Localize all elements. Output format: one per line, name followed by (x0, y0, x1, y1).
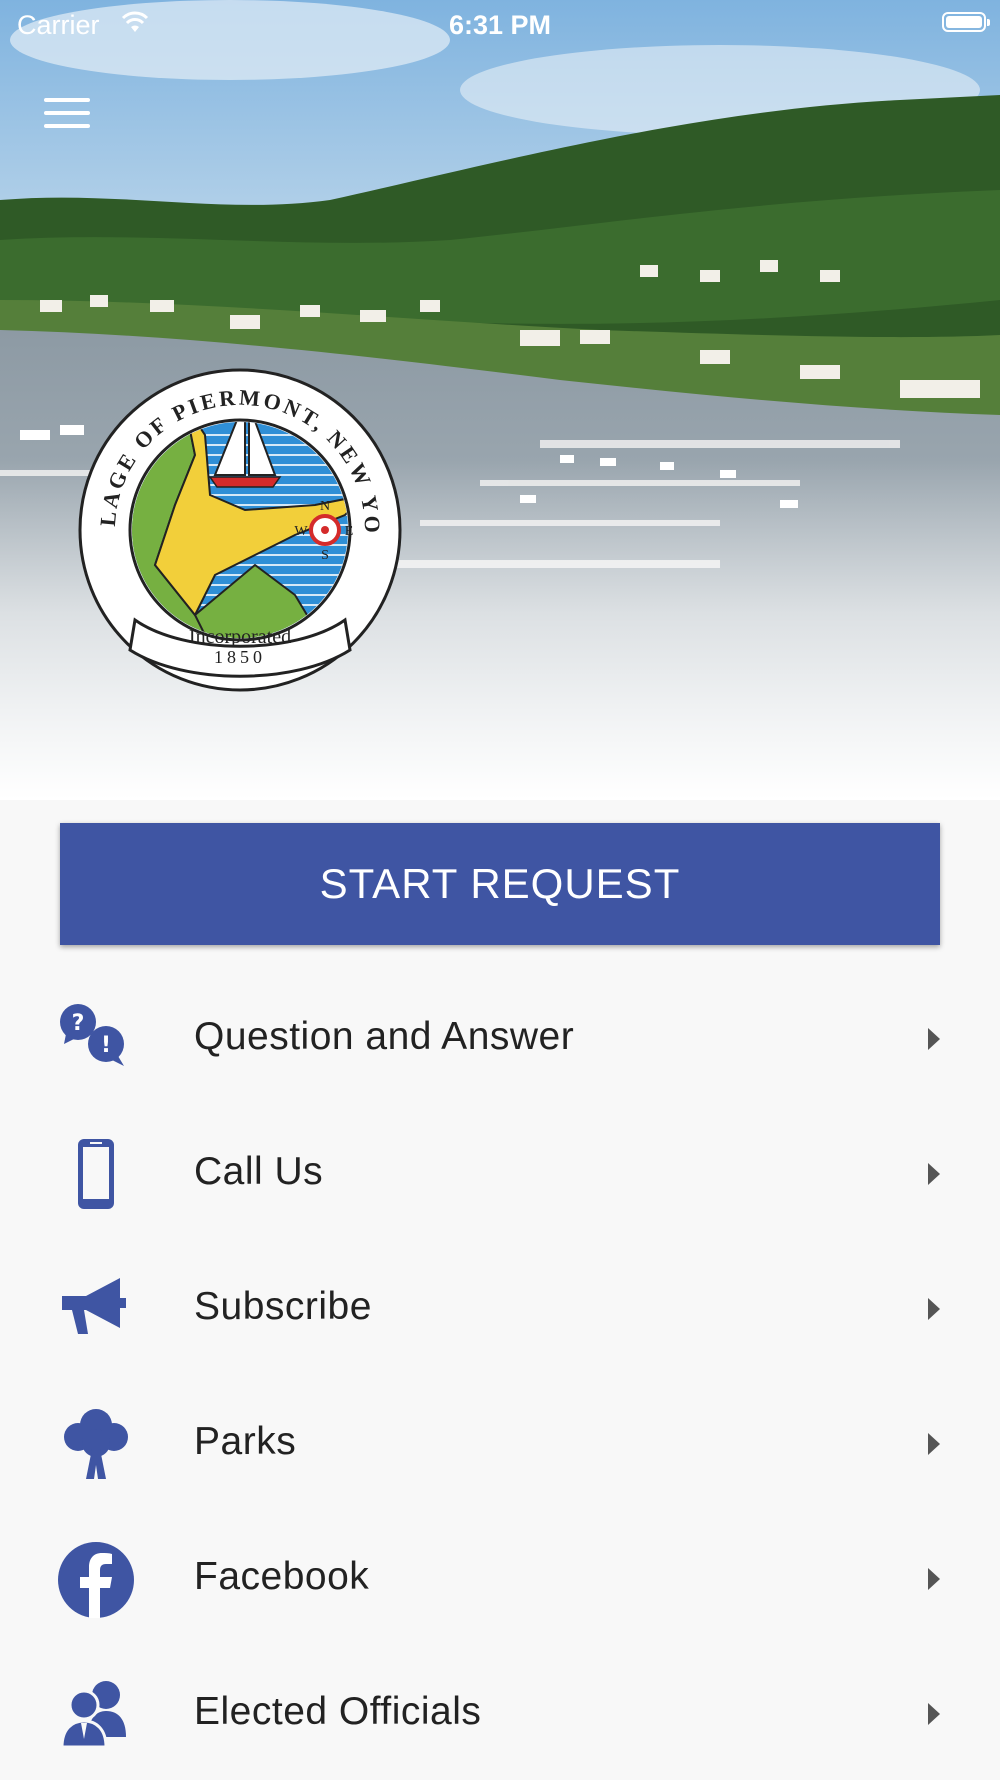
menu-item-label: Question and Answer (194, 1015, 575, 1058)
seal-banner-line2: 1850 (214, 647, 266, 667)
status-bar: Carrier 6:31 PM (0, 0, 1000, 50)
facebook-icon (58, 1542, 134, 1618)
compass-east: E (345, 524, 354, 539)
compass-south: S (321, 548, 329, 563)
chevron-right-icon (928, 1298, 940, 1320)
menu-item-call-us[interactable]: Call Us (0, 1105, 1000, 1240)
menu-item-subscribe[interactable]: Subscribe (0, 1240, 1000, 1375)
officials-icon (60, 1681, 126, 1749)
svg-text:?: ? (72, 1011, 85, 1036)
main-content: START REQUEST ? ! Question and Answer Ca… (0, 800, 1000, 1778)
menu-item-question-and-answer[interactable]: ? ! Question and Answer (0, 970, 1000, 1105)
clock: 6:31 PM (448, 10, 552, 40)
start-request-button[interactable]: START REQUEST (60, 823, 940, 945)
chevron-right-icon (928, 1433, 940, 1455)
menu-item-label: Call Us (194, 1150, 324, 1193)
menu-list: ? ! Question and Answer Call Us Subscrib… (0, 970, 1000, 1780)
compass-west: W (294, 524, 308, 539)
phone-icon (78, 1139, 114, 1209)
battery-icon (942, 12, 990, 32)
menu-item-parks[interactable]: Parks (0, 1375, 1000, 1510)
village-seal-logo: VILLAGE OF PIERMONT, NEW YORK N E S W In… (75, 365, 402, 692)
hero-banner: Carrier 6:31 PM LAGE OF PIERMONT, NEW YO… (0, 0, 1000, 800)
menu-item-label: Parks (194, 1420, 297, 1463)
menu-item-label: Facebook (194, 1555, 370, 1598)
tree-icon (64, 1409, 128, 1479)
hamburger-menu-button[interactable] (44, 98, 90, 134)
chevron-right-icon (928, 1163, 940, 1185)
megaphone-icon (62, 1278, 126, 1334)
chevron-right-icon (928, 1703, 940, 1725)
chevron-right-icon (928, 1568, 940, 1590)
menu-item-facebook[interactable]: Facebook (0, 1510, 1000, 1645)
menu-item-elected-officials[interactable]: Elected Officials (0, 1645, 1000, 1780)
seal-banner-line1: Incorporated (189, 626, 291, 648)
compass-north: N (320, 499, 330, 514)
chevron-right-icon (928, 1028, 940, 1050)
menu-item-label: Elected Officials (194, 1690, 482, 1733)
svg-text:!: ! (101, 1033, 111, 1058)
question-answer-icon: ? ! (60, 1004, 124, 1066)
menu-item-label: Subscribe (194, 1285, 372, 1328)
